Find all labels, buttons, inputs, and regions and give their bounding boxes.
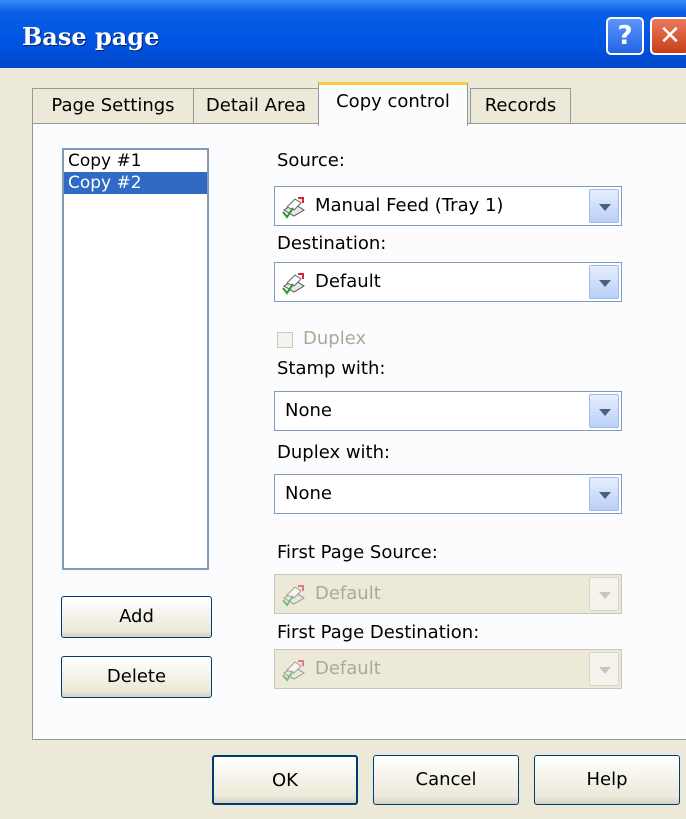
duplex-checkbox[interactable] bbox=[277, 332, 293, 348]
ok-button[interactable]: OK bbox=[212, 755, 358, 805]
printer-tray-icon bbox=[282, 197, 305, 219]
source-label: Source: bbox=[277, 150, 345, 171]
stamp-with-label: Stamp with: bbox=[277, 358, 386, 379]
first-page-source-combo[interactable]: Default bbox=[274, 574, 622, 614]
printer-tray-icon bbox=[282, 660, 305, 682]
duplex-label: Duplex bbox=[303, 328, 367, 349]
chevron-down-icon[interactable] bbox=[589, 652, 619, 686]
help-icon[interactable]: ? bbox=[606, 17, 644, 55]
tab-records[interactable]: Records bbox=[470, 88, 571, 124]
destination-combo[interactable]: Default bbox=[274, 262, 622, 302]
tab-strip: Page Settings Detail Area Copy control R… bbox=[0, 82, 686, 126]
first-page-destination-value: Default bbox=[315, 658, 381, 679]
chevron-down-icon[interactable] bbox=[589, 189, 619, 223]
duplex-with-value: None bbox=[285, 483, 332, 504]
chevron-down-icon[interactable] bbox=[589, 265, 619, 299]
chevron-down-icon[interactable] bbox=[589, 394, 619, 428]
tab-copy-control[interactable]: Copy control bbox=[318, 82, 468, 126]
list-item[interactable]: Copy #2 bbox=[64, 172, 207, 194]
help-button[interactable]: Help bbox=[534, 755, 680, 805]
stamp-with-combo[interactable]: None bbox=[274, 391, 622, 431]
tab-page-settings[interactable]: Page Settings bbox=[32, 88, 194, 124]
first-page-source-label: First Page Source: bbox=[277, 542, 438, 563]
first-page-destination-combo[interactable]: Default bbox=[274, 649, 622, 689]
first-page-destination-label: First Page Destination: bbox=[277, 622, 480, 643]
list-item[interactable]: Copy #1 bbox=[64, 150, 207, 172]
printer-tray-icon bbox=[282, 273, 305, 295]
source-value: Manual Feed (Tray 1) bbox=[315, 195, 504, 216]
chevron-down-icon[interactable] bbox=[589, 577, 619, 611]
duplex-with-combo[interactable]: None bbox=[274, 474, 622, 514]
destination-label: Destination: bbox=[277, 233, 387, 254]
source-combo[interactable]: Manual Feed (Tray 1) bbox=[274, 186, 622, 226]
cancel-button[interactable]: Cancel bbox=[373, 755, 519, 805]
duplex-with-label: Duplex with: bbox=[277, 442, 391, 463]
close-icon[interactable]: ✕ bbox=[650, 17, 686, 55]
window-title: Base page bbox=[22, 22, 160, 51]
delete-button[interactable]: Delete bbox=[61, 656, 212, 698]
printer-tray-icon bbox=[282, 585, 305, 607]
copies-list[interactable]: Copy #1 Copy #2 bbox=[62, 148, 209, 570]
add-button[interactable]: Add bbox=[61, 596, 212, 638]
stamp-with-value: None bbox=[285, 400, 332, 421]
destination-value: Default bbox=[315, 271, 381, 292]
title-bar: Base page ? ✕ bbox=[0, 0, 686, 68]
tab-detail-area[interactable]: Detail Area bbox=[193, 88, 319, 124]
chevron-down-icon[interactable] bbox=[589, 477, 619, 511]
first-page-source-value: Default bbox=[315, 583, 381, 604]
